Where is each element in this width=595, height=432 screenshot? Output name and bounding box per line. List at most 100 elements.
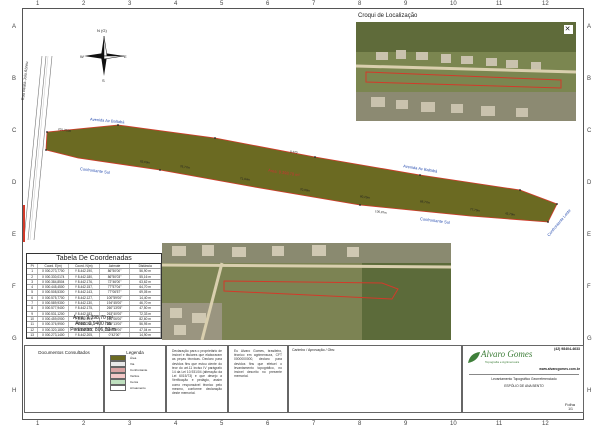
table-cell: Y 8.442.143, xyxy=(69,290,100,295)
header-cell: Azimute xyxy=(100,264,131,269)
grid-row-letter: H xyxy=(587,388,592,394)
grid-column-number: 4 xyxy=(174,421,178,427)
table-cell: 56,90 m xyxy=(130,269,161,274)
table-cell: Y 8.442.205, xyxy=(69,332,100,338)
legend-label: Vértice xyxy=(130,374,140,378)
table-cell: X 000.384,8504 xyxy=(38,279,70,285)
vertex-marker xyxy=(46,131,48,133)
project-title: Levantamento Topográfico Georreferenciad… xyxy=(469,374,579,381)
carimbo-title: Carimbo / Aprovação / Obs: xyxy=(292,348,335,352)
legend-label: Arruamento xyxy=(130,386,146,390)
survey-sheet: 1 2 3 4 5 6 7 8 9 10 11 12 1 2 3 4 5 6 7 8 9 10 11 12 ABCDEFGH… xyxy=(0,0,595,432)
grid-column-number: 8 xyxy=(358,421,362,427)
declaration-text-2: Eu Alvaro Gomes, brasileiro, técnico em … xyxy=(234,349,282,379)
carimbo-panel: Carimbo / Aprovação / Obs: xyxy=(288,345,462,413)
grid-row-letter: G xyxy=(587,336,592,342)
legend-label: Via xyxy=(130,362,135,366)
table-cell: 69,05 m xyxy=(130,290,161,295)
table-cell: Y 8.442.190, xyxy=(69,269,100,274)
grid-column-number: 9 xyxy=(404,421,408,427)
table-cell: Y 8.442.175, xyxy=(69,306,100,311)
legend-swatch xyxy=(110,385,126,391)
table-cell: X 000.445,4500 xyxy=(38,285,70,290)
legend-panel: Legenda Área Via Confrontante Vértice Cerca A… xyxy=(104,345,166,413)
table-cell: Y 8.442.176, xyxy=(69,279,100,285)
grid-column-number: 11 xyxy=(496,421,503,427)
table-cell: 14,40 m xyxy=(130,295,161,301)
table-cell: 3 xyxy=(27,279,39,285)
table-cell: X 000.589,9300 xyxy=(38,301,70,306)
legend-label: Cerca xyxy=(130,380,139,384)
header-cell: Coord. N(m) xyxy=(69,264,100,269)
table-cell: X 000.575,7700 xyxy=(38,295,70,301)
table-cell: Y 8.442.130, xyxy=(69,301,100,306)
table-cell: 47,50 m xyxy=(130,306,161,311)
table-cell: 86°50'00" xyxy=(100,269,131,274)
grid-column-number: 2 xyxy=(82,421,86,427)
header-cell: Distância xyxy=(130,264,161,269)
vertex-marker xyxy=(419,174,421,176)
lot-polygon xyxy=(45,124,558,223)
table-cell: 260°13'05" xyxy=(100,306,131,311)
segment-label: 8.270 xyxy=(289,149,298,155)
table-cell: 63,62 m xyxy=(130,279,161,285)
declaration2-panel: Eu Alvaro Gomes, brasileiro, técnico em … xyxy=(228,345,288,413)
table-cell: Y 8.442.180, xyxy=(69,274,100,279)
legend-label: Confrontante xyxy=(130,368,148,372)
table-cell: 14,90 m xyxy=(130,332,161,338)
table-cell: 72°46'00" xyxy=(100,279,131,285)
legend-label: Área xyxy=(130,356,137,360)
table-cell: 1 xyxy=(27,269,39,274)
table-cell: 4 xyxy=(27,285,39,290)
table-cell: X 000.330,0174 xyxy=(38,274,70,279)
vertex-marker xyxy=(214,137,216,139)
satellite-image xyxy=(162,243,451,340)
vertex-marker xyxy=(314,156,316,158)
table-cell: 77°57'04" xyxy=(100,285,131,290)
vertex-marker xyxy=(547,221,549,223)
header-cell: Coord. E(m) xyxy=(38,264,70,269)
table-cell: Y 8.442.127, xyxy=(69,295,100,301)
grid-column-number: 5 xyxy=(220,421,224,427)
vertex-marker xyxy=(556,203,558,205)
grid-column-number: 10 xyxy=(450,421,457,427)
header-cell: Pt xyxy=(27,264,39,269)
brand-name: Alvaro Gomes xyxy=(481,349,533,359)
documents-panel: Documentos Consultados xyxy=(24,345,104,413)
grid-column-number: 3 xyxy=(128,421,132,427)
table-cell: 8 xyxy=(27,306,39,311)
croqui-title: Croqui de Localização xyxy=(358,13,418,19)
table-cell: 46,70 m xyxy=(130,301,161,306)
table-cell: 194°45'00" xyxy=(100,301,131,306)
table-cell: 86°50'03" xyxy=(100,274,131,279)
legend-item: Arruamento xyxy=(110,385,165,391)
grid-row-letter: G xyxy=(12,336,17,342)
table-cell: X 000.273,7700 xyxy=(38,269,70,274)
table-cell: 5 xyxy=(27,290,39,295)
vertex-marker xyxy=(159,169,161,171)
declaration-text: Declaração para o proprietário de imóvel… xyxy=(172,349,222,396)
vertex-marker xyxy=(519,189,521,191)
croqui-satellite-image: ✕ xyxy=(356,22,576,121)
grid-column-number: 1 xyxy=(36,421,40,427)
brand-leaf-icon xyxy=(468,352,480,363)
table-cell: Y 8.442.157, xyxy=(69,285,100,290)
vertex-marker xyxy=(359,204,361,206)
table-cell: 55,16 m xyxy=(130,274,161,279)
coordinate-totals: Área: 9.398,70 m² Área: 0,9400 ha Períme… xyxy=(26,315,160,333)
brand-sub: Topografia e Agrimensura xyxy=(485,360,520,364)
table-cell: 0°42'00" xyxy=(100,332,131,338)
table-cell: 7 xyxy=(27,301,39,306)
grid-row-letter: F xyxy=(12,284,16,290)
owner-label: ESPÓLIO DE ANA BENTO xyxy=(504,384,544,388)
table-cell: 2 xyxy=(27,274,39,279)
table-cell: 64,70 m xyxy=(130,285,161,290)
table-row: 13 X 000.273,1400 Y 8.442.205, 0°42'00" 14,9… xyxy=(27,332,161,339)
table-cell: 6 xyxy=(27,295,39,301)
table-cell: X 000.273,1400 xyxy=(38,332,70,338)
brand-logo: Alvaro Gomes Topografia e Agrimensura xyxy=(467,349,537,369)
grid-row-letter: H xyxy=(12,388,17,394)
legend-items: Área Via Confrontante Vértice Cerca Arruament… xyxy=(105,355,165,391)
close-icon[interactable]: ✕ xyxy=(563,25,572,34)
table-cell: 77°06'57" xyxy=(100,290,131,295)
